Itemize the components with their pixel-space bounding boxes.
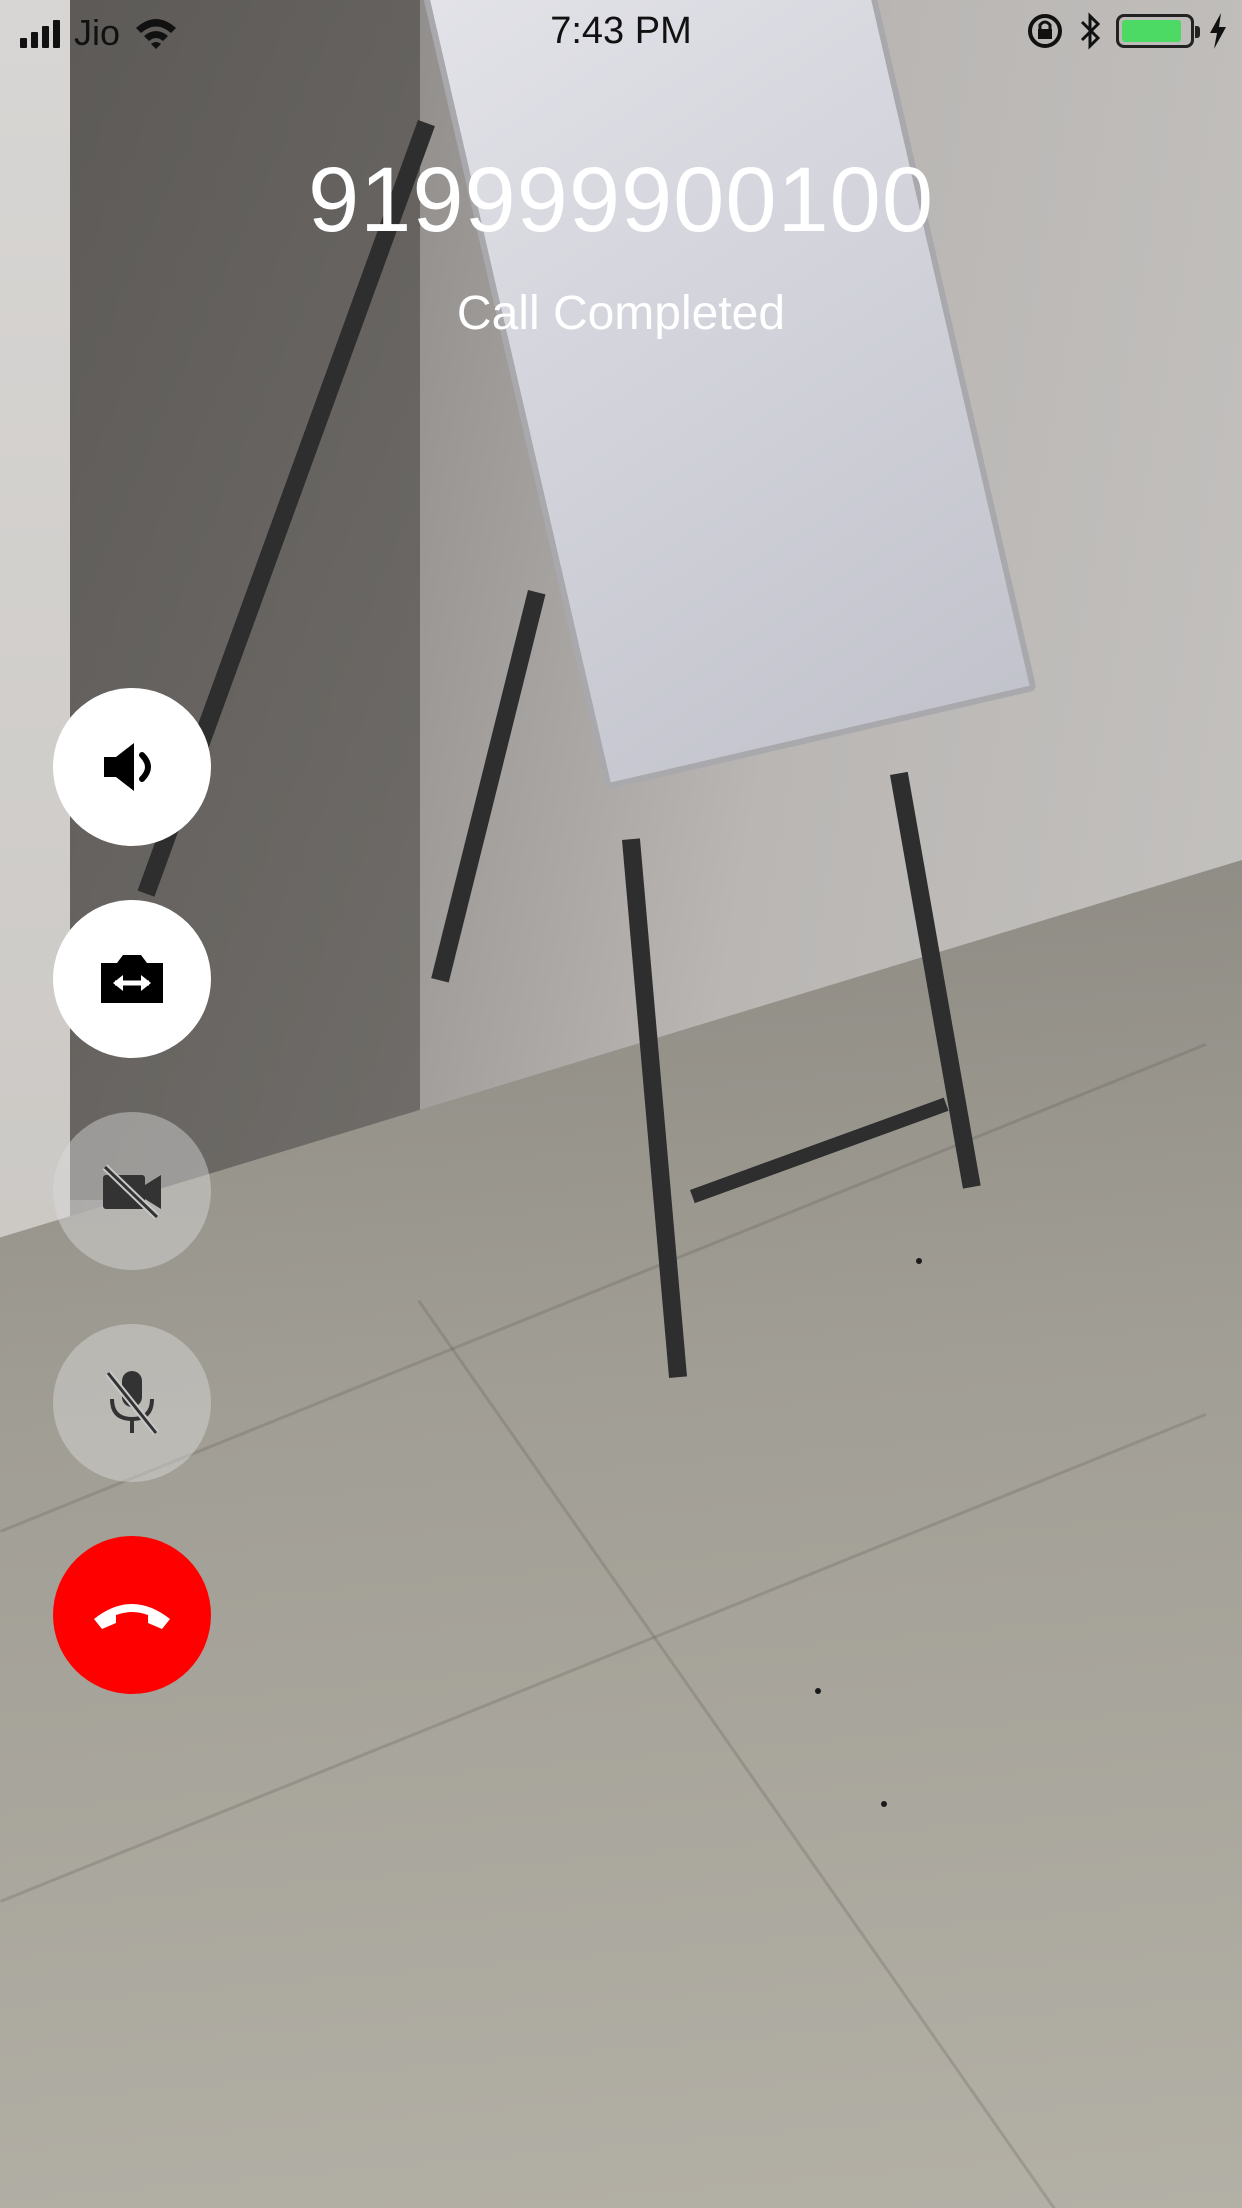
speaker-button[interactable] xyxy=(53,688,211,846)
mic-off-icon xyxy=(105,1370,159,1436)
switch-camera-button[interactable] xyxy=(53,900,211,1058)
switch-camera-icon xyxy=(101,955,163,1003)
battery-icon xyxy=(1116,14,1200,48)
bluetooth-icon xyxy=(1080,12,1101,50)
end-call-button[interactable] xyxy=(53,1536,211,1694)
speaker-icon xyxy=(104,743,151,791)
caller-number: 919999900100 xyxy=(308,149,934,251)
end-call-icon xyxy=(94,1604,170,1629)
status-bar: Jio 7:43 PM xyxy=(0,0,1242,66)
video-off-icon xyxy=(102,1164,161,1219)
video-off-button[interactable] xyxy=(53,1112,211,1270)
floor-speck xyxy=(881,1801,887,1807)
floor-speck xyxy=(815,1688,821,1694)
battery-level xyxy=(1122,20,1181,42)
charging-icon xyxy=(1210,13,1226,49)
orientation-lock-icon xyxy=(1028,14,1062,48)
call-status: Call Completed xyxy=(456,287,786,340)
mute-button[interactable] xyxy=(53,1324,211,1482)
floor-speck xyxy=(916,1258,922,1264)
